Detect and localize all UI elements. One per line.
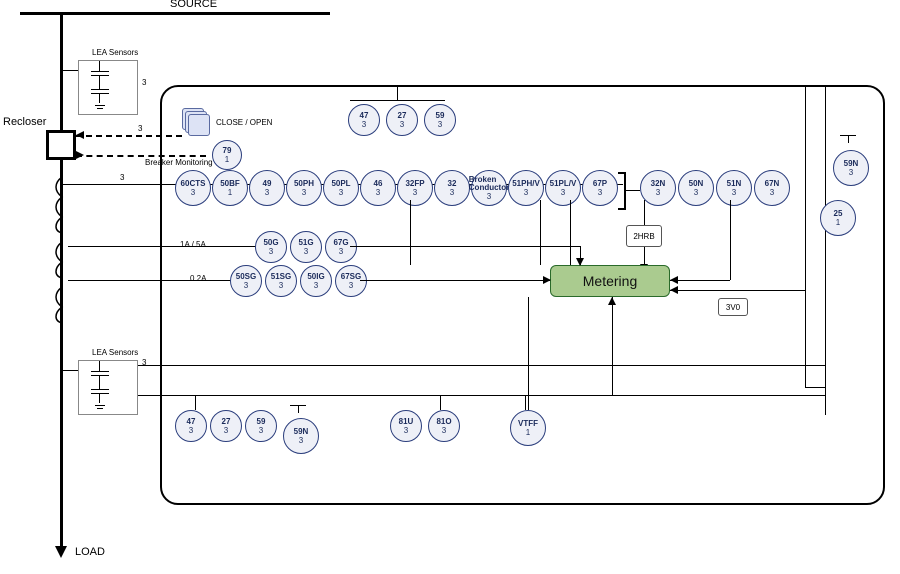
rowg-label: 1A / 5A [180, 240, 206, 249]
metering-block: Metering [550, 265, 670, 297]
row1-3: 3 [120, 173, 124, 182]
node-49: 493 [249, 170, 285, 206]
node-27: 273 [210, 410, 242, 442]
bottom-volt-bus [138, 365, 825, 366]
node-59: 593 [424, 104, 456, 136]
node-32N: 32N3 [640, 170, 676, 206]
recloser-box [46, 130, 76, 160]
right-bus-a [825, 87, 826, 415]
n-meter-ar [670, 276, 678, 284]
sg-meter [360, 280, 550, 281]
feeder-arrow [55, 546, 67, 558]
v-meter [670, 290, 805, 291]
bracket [618, 172, 626, 210]
node-BrokenConductor: Broken Conductor3 [471, 170, 507, 206]
vtff-up [528, 297, 529, 410]
lea-top-3: 3 [142, 78, 146, 87]
close-open-dashed [76, 135, 182, 137]
node-46: 463 [360, 170, 396, 206]
bv-stub2 [440, 395, 441, 410]
hrb-up [644, 200, 645, 225]
g-meter [350, 246, 580, 247]
bv-stub1 [195, 395, 196, 410]
box-2hrb: 2HRB [626, 225, 662, 247]
node-51PLV: 51PL/V3 [545, 170, 581, 206]
feeder-line [60, 12, 63, 548]
node-47: 473 [348, 104, 380, 136]
recloser-label: Recloser [3, 116, 46, 128]
bm-arrow [76, 151, 84, 159]
tv-stub [397, 87, 398, 100]
rowg-bus [68, 246, 258, 247]
lea-sensor-bottom [78, 360, 138, 415]
node-51SG: 51SG3 [265, 265, 297, 297]
node-81U: 81U3 [390, 410, 422, 442]
node-50G: 50G3 [255, 231, 287, 263]
vtff-up2 [612, 297, 613, 395]
lea-top-conn [63, 70, 78, 71]
bm-label: Breaker Monitoring [145, 158, 213, 167]
node-81O: 81O3 [428, 410, 460, 442]
g-meter-ar [576, 258, 584, 266]
node-27: 273 [386, 104, 418, 136]
node-47: 473 [175, 410, 207, 442]
ph-meter-v3 [570, 200, 571, 265]
rb-join [805, 387, 825, 388]
node-51G: 51G3 [290, 231, 322, 263]
neutral-feed [626, 190, 640, 191]
node-67P: 67P3 [582, 170, 618, 206]
node-50IG: 50IG3 [300, 265, 332, 297]
close-open-icon [182, 108, 208, 134]
node-60CTS: 60CTS3 [175, 170, 211, 206]
lea-top-label: LEA Sensors [92, 48, 138, 57]
vtff-up2-ar [608, 297, 616, 305]
right-bus-b [805, 87, 806, 387]
node-50PL: 50PL3 [323, 170, 359, 206]
co-arrow [76, 131, 84, 139]
node-25: 25 1 [820, 200, 856, 236]
top-volt-bus [350, 100, 445, 101]
ph-meter-v2 [540, 200, 541, 265]
bm-dashed [76, 155, 206, 157]
source-bus [20, 12, 330, 15]
node-59N-bot: 59N 3 [283, 418, 319, 454]
node-32FP: 32FP3 [397, 170, 433, 206]
node-50SG: 50SG3 [230, 265, 262, 297]
source-label: SOURCE [170, 0, 217, 10]
v-meter-ar [670, 286, 678, 294]
co-3: 3 [138, 124, 142, 133]
node-79: 79 1 [212, 140, 242, 170]
node-51N: 51N3 [716, 170, 752, 206]
ph-meter-v [410, 200, 411, 265]
node-67G: 67G3 [325, 231, 357, 263]
sg-meter-ar [543, 276, 551, 284]
node-50BF: 50BF1 [212, 170, 248, 206]
node-50N: 50N3 [678, 170, 714, 206]
node-32: 323 [434, 170, 470, 206]
lea-bot-label: LEA Sensors [92, 348, 138, 357]
lea-bot-conn [63, 370, 78, 371]
n-meter-v [730, 200, 731, 280]
lea-sensor-top [78, 60, 138, 115]
node-67SG: 67SG3 [335, 265, 367, 297]
box-3v0: 3V0 [718, 298, 748, 316]
ct-squiggle-3 [52, 285, 72, 325]
close-open-label: CLOSE / OPEN [216, 118, 272, 127]
rowsg-label: 0.2A [190, 274, 206, 283]
node-67N: 67N3 [754, 170, 790, 206]
node-59: 593 [245, 410, 277, 442]
node-51PHV: 51PH/V3 [508, 170, 544, 206]
node-50PH: 50PH3 [286, 170, 322, 206]
node-vtff: VTFF 1 [510, 410, 546, 446]
bv-stub3 [525, 395, 526, 410]
n-meter [670, 280, 730, 281]
load-label: LOAD [75, 546, 105, 558]
bottom-volt-bus2 [138, 395, 825, 396]
node-59N-top: 59N 3 [833, 150, 869, 186]
